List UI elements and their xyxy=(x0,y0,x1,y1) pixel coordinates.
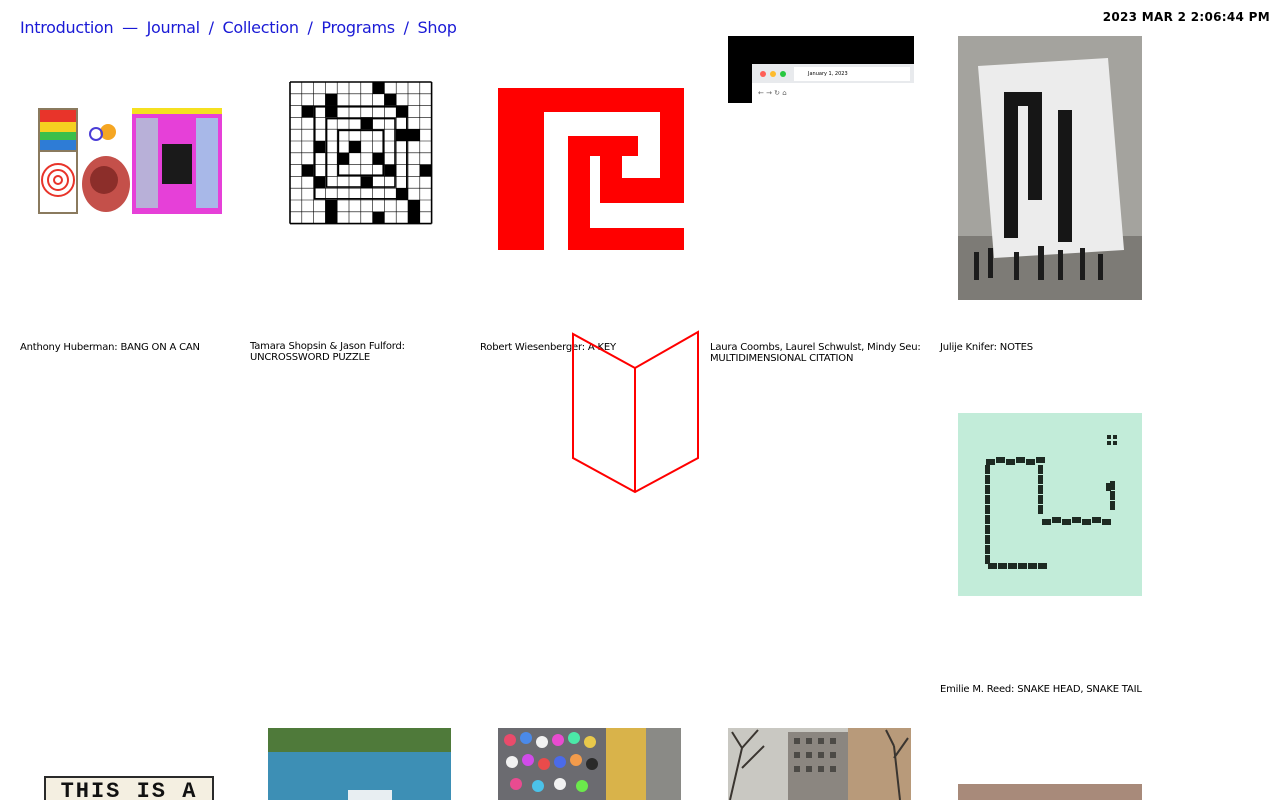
skin-photo-thumbnail[interactable] xyxy=(958,784,1142,800)
nav-introduction[interactable]: Introduction xyxy=(20,18,114,37)
blue-wall-photo-thumbnail[interactable] xyxy=(268,728,451,800)
market-photo-thumbnail[interactable] xyxy=(498,728,681,800)
browser-tab: January 1, 2023 xyxy=(794,67,910,81)
sign-photo-thumbnail[interactable]: THIS IS A xyxy=(44,776,214,800)
browser-window: January 1, 2023 ← → ↻ ⌂ xyxy=(752,64,914,103)
sign-plate xyxy=(348,790,392,800)
nav-slash: / xyxy=(307,18,313,37)
notes-photo-thumbnail[interactable] xyxy=(958,36,1142,300)
red-key-thumbnail[interactable] xyxy=(498,88,684,254)
minimize-dot-icon xyxy=(770,71,776,77)
nav-shop[interactable]: Shop xyxy=(418,18,457,37)
main-nav: Introduction — Journal / Collection / Pr… xyxy=(20,18,457,37)
caption-multidimensional-citation[interactable]: Laura Coombs, Laurel Schwulst, Mindy Seu… xyxy=(710,342,932,364)
collage-thumbnail[interactable] xyxy=(38,108,222,214)
foliage xyxy=(268,728,451,752)
nav-dash: — xyxy=(122,18,138,37)
close-dot-icon xyxy=(760,71,766,77)
book-outline-graphic xyxy=(568,328,702,500)
caption-snake-head-snake-tail[interactable]: Emilie M. Reed: SNAKE HEAD, SNAKE TAIL xyxy=(940,684,1162,695)
caption-notes[interactable]: Julije Knifer: NOTES xyxy=(940,342,1162,353)
street-photo-thumbnail[interactable] xyxy=(728,728,911,800)
nav-journal[interactable]: Journal xyxy=(147,18,201,37)
nav-slash: / xyxy=(403,18,409,37)
maximize-dot-icon xyxy=(780,71,786,77)
snake-game-thumbnail[interactable] xyxy=(958,413,1142,596)
nav-slash: / xyxy=(208,18,214,37)
crossword-thumbnail[interactable] xyxy=(288,80,434,242)
nav-collection[interactable]: Collection xyxy=(223,18,299,37)
nav-programs[interactable]: Programs xyxy=(321,18,395,37)
browser-toolbar: ← → ↻ ⌂ xyxy=(752,83,914,103)
sign-text: THIS IS A xyxy=(60,779,198,800)
clock: 2023 MAR 2 2:06:44 PM xyxy=(1102,10,1270,24)
caption-uncrossword-puzzle[interactable]: Tamara Shopsin & Jason Fulford: UNCROSSW… xyxy=(250,341,472,363)
browser-thumbnail[interactable]: January 1, 2023 ← → ↻ ⌂ xyxy=(728,36,914,103)
caption-bang-on-a-can[interactable]: Anthony Huberman: BANG ON A CAN xyxy=(20,342,242,353)
